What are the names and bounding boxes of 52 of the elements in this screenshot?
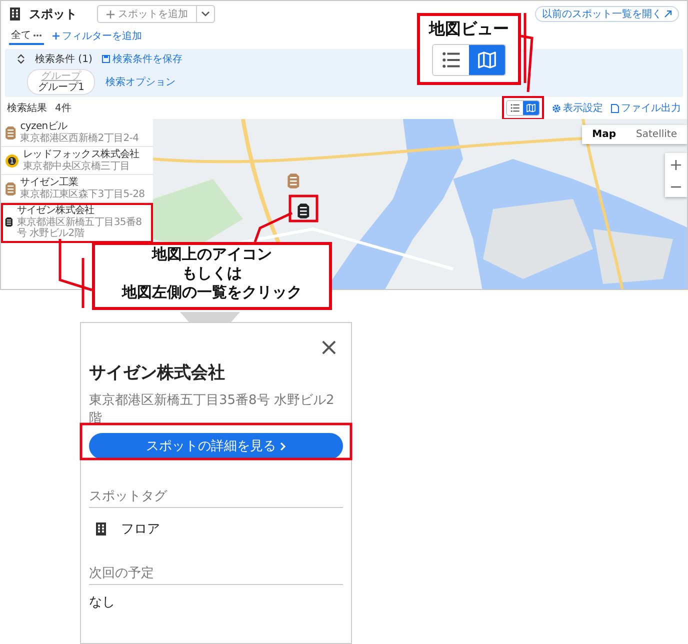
spot-title: サイゼン株式会社 bbox=[89, 362, 226, 384]
chevron-icon bbox=[280, 442, 286, 451]
more-icon bbox=[33, 34, 42, 36]
map-view-button[interactable] bbox=[523, 101, 539, 115]
results-label: 検索結果 bbox=[7, 102, 47, 115]
caret-icon bbox=[201, 11, 210, 17]
section-heading: 次回の予定 bbox=[89, 564, 343, 586]
spot-list-item[interactable]: サイゼン株式会社 東京都港区新橋五丁目35番8号 水野ビル2階 bbox=[1, 203, 153, 242]
add-filter-link[interactable]: フィルターを追加 bbox=[52, 27, 142, 45]
page-title: スポット bbox=[29, 6, 77, 22]
settings-icon bbox=[552, 104, 561, 112]
dropdown-button[interactable] bbox=[197, 5, 215, 23]
spot-list-item[interactable]: cyzenビル 東京都港区西新橋2丁目2-4 bbox=[1, 119, 153, 147]
plus-icon bbox=[106, 10, 115, 18]
schedule-text: なし bbox=[89, 594, 116, 612]
view-details-button[interactable]: スポットの詳細を見る bbox=[89, 433, 343, 460]
spot-list-item[interactable]: サイゼン工業 東京都江東区森下3丁目5-28 bbox=[1, 175, 153, 203]
map-type-button[interactable]: Map bbox=[582, 125, 626, 144]
search-options-link[interactable]: 検索オプション bbox=[105, 74, 176, 88]
tag-label: フロア bbox=[121, 521, 160, 538]
callout-title: 地図ビュー bbox=[429, 19, 509, 40]
zoom-out-button[interactable]: − bbox=[665, 175, 687, 197]
list-icon bbox=[441, 50, 461, 70]
add-spot-button[interactable]: スポットを追加 bbox=[97, 5, 197, 23]
display-settings-link[interactable]: 表示設定 bbox=[552, 101, 603, 115]
plus-icon bbox=[52, 32, 60, 40]
highlight-frame bbox=[288, 194, 318, 222]
instruction-text: 地図上のアイコン bbox=[152, 245, 272, 264]
legacy-list-link[interactable]: 以前のスポット一覧を開く bbox=[535, 6, 679, 22]
save-icon bbox=[102, 54, 110, 62]
instruction-text: もしくは bbox=[182, 264, 242, 282]
close-button[interactable]: × bbox=[314, 335, 343, 359]
sort-icon bbox=[17, 54, 25, 64]
instruction-text: 地図左側の一覧をクリック bbox=[122, 282, 302, 302]
list-icon bbox=[510, 103, 520, 113]
building-icon bbox=[9, 7, 21, 21]
zoom-in-button[interactable]: + bbox=[665, 153, 687, 175]
search-conditions-label: 検索条件 (1) bbox=[35, 52, 92, 66]
results-count: 4件 bbox=[55, 102, 72, 115]
map-icon bbox=[526, 103, 536, 113]
external-link-icon bbox=[664, 10, 672, 18]
map-icon bbox=[477, 50, 497, 70]
filter-tab[interactable]: 全て bbox=[9, 27, 44, 45]
export-file-link[interactable]: ファイル出力 bbox=[611, 101, 681, 115]
map-type-button[interactable]: Satellite bbox=[626, 125, 687, 144]
section-heading: スポットタグ bbox=[89, 487, 343, 508]
building-icon bbox=[95, 522, 107, 536]
map-view-button[interactable] bbox=[469, 45, 505, 75]
group-chip[interactable]: グループ グループ1 bbox=[27, 68, 96, 94]
spot-address: 東京都港区新橋五丁目35番8号 水野ビル2階 bbox=[89, 392, 336, 428]
file-icon bbox=[611, 104, 619, 112]
save-conditions-link[interactable]: 検索条件を保存 bbox=[102, 52, 182, 66]
